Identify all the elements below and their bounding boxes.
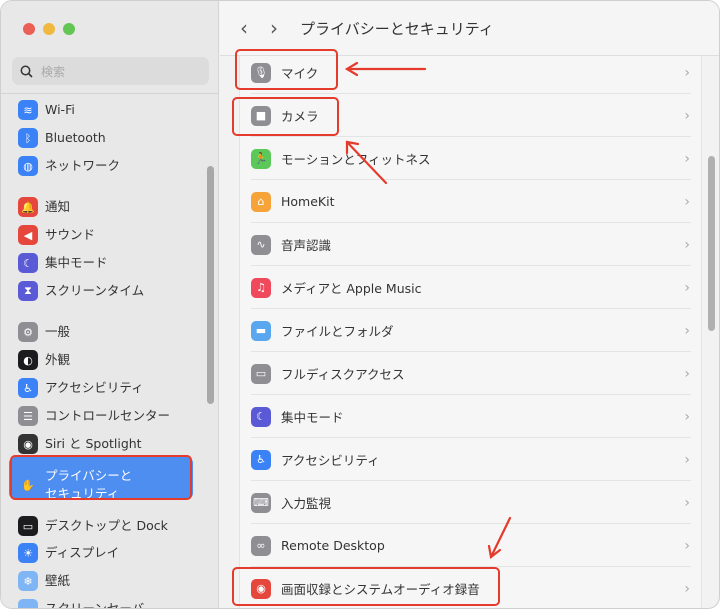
- annotation-arrows: [344, 61, 512, 559]
- arrow-screen-recording: [489, 516, 512, 559]
- arrow-camera: [345, 140, 388, 185]
